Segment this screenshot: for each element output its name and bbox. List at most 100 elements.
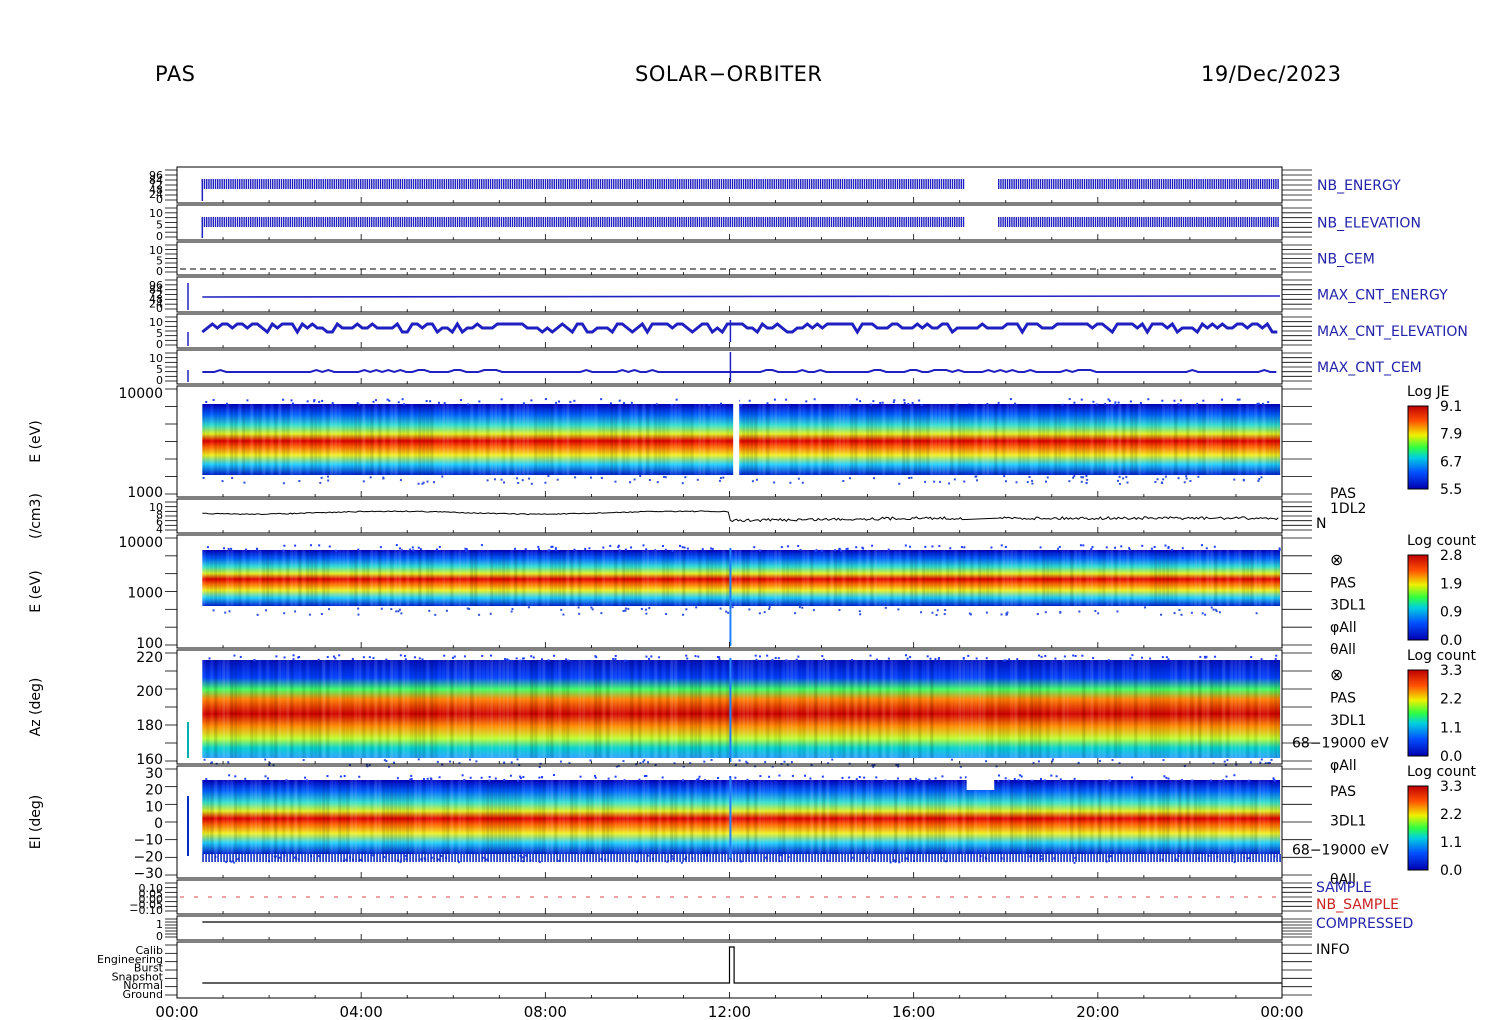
spectrogram-streak [370,660,374,758]
speckle [435,548,438,551]
bottom-fringe [742,854,744,862]
speckle [548,549,551,552]
bottom-fringe [322,854,324,862]
speckle [746,778,749,781]
bottom-fringe [667,854,669,862]
spectrogram-streak [518,660,522,758]
speckle [577,606,580,609]
speckle [684,476,687,479]
spectrogram-streak [214,660,218,758]
spectrogram-streak [770,550,774,606]
bottom-fringe [838,854,840,862]
spectrogram-streak [870,550,874,606]
speckle [555,401,558,404]
side-label: ⊗ [1330,550,1343,569]
spectrogram-streak [226,660,230,758]
spectrogram-streak [534,660,538,758]
speckle [595,656,598,659]
spectrogram-streak [594,404,598,475]
speckle [331,402,334,405]
speckle [1274,779,1277,782]
speckle [805,400,808,403]
spectrogram-streak [830,404,834,475]
spectrogram-streak [234,550,238,606]
spectrogram-streak [502,660,506,758]
speckle [935,613,938,616]
spectrogram-streak [734,550,738,606]
bottom-fringe [862,854,864,862]
spectrogram-streak [398,780,402,854]
spectrogram-streak [394,404,398,475]
spectrogram-streak [546,780,550,854]
spectrogram-streak [882,404,886,475]
spectrogram-streak [810,780,814,854]
speckle [396,777,399,780]
speckle [253,659,256,662]
spectrogram-streak [938,660,942,758]
spectrogram-streak [1114,550,1118,606]
speckle [266,777,269,780]
spectrogram-streak [1134,404,1138,475]
spectrogram-streak [1234,550,1238,606]
ytick-label: 180 [136,718,163,734]
speckle [554,547,557,550]
spectrogram-streak [294,404,298,475]
spectrogram-streak [534,780,538,854]
spectrogram-streak [734,660,738,758]
bottom-fringe [325,854,327,862]
speckle [222,547,225,550]
spectrogram-streak [1130,404,1134,475]
spectrogram-streak [798,660,802,758]
colorbar-tick: 1.1 [1440,720,1462,736]
bottom-fringe [421,854,423,862]
spectrogram-streak [674,550,678,606]
spectrogram-streak [246,404,250,475]
bottom-fringe [454,854,456,862]
spectrogram-streak [338,660,342,758]
spectrogram-streak [1062,404,1066,475]
spectrogram-streak [574,550,578,606]
spectrogram-streak [1006,780,1010,854]
colorbar [1407,405,1429,490]
speckle [848,477,851,480]
spectrogram-streak [1142,404,1146,475]
speckle [903,399,906,402]
spectrogram-streak [466,404,470,475]
speckle [1275,654,1278,657]
bottom-fringe [277,854,279,862]
spectrogram-streak [994,550,998,606]
bottom-fringe [886,854,888,862]
speckle [517,481,520,484]
bottom-fringe [691,854,693,862]
spectrogram-streak [1206,550,1210,606]
spectrogram-streak [930,404,934,475]
spectrogram-streak [1166,660,1170,758]
bottom-fringe [538,854,540,862]
speckle [264,758,267,761]
spectrogram-streak [722,660,726,758]
spectrogram-streak [926,550,930,606]
spectrogram-streak [1098,780,1102,854]
speckle [547,475,550,478]
spectrogram-streak [298,780,302,854]
spectrogram-streak [794,780,798,854]
spectrogram-streak [594,660,598,758]
spectrogram-streak [414,404,418,475]
spectrogram-streak [1270,660,1274,758]
spectrogram-streak [210,404,214,475]
spectrogram-streak [386,780,390,854]
spectrogram-streak [1070,780,1074,854]
spectrogram-streak [586,550,590,606]
bottom-fringe [1066,854,1068,862]
spectrogram-streak [498,404,502,475]
speckle [787,545,790,548]
speckle [327,475,330,478]
panel-label: NB_SAMPLE [1316,897,1399,913]
speckle [243,481,246,484]
spectrogram-streak [414,660,418,758]
speckle [1147,398,1150,401]
y-axis-title: (/cm3) [28,493,44,539]
spectrogram-streak [858,404,862,475]
speckle [809,777,812,780]
spectrogram-streak [726,404,730,475]
